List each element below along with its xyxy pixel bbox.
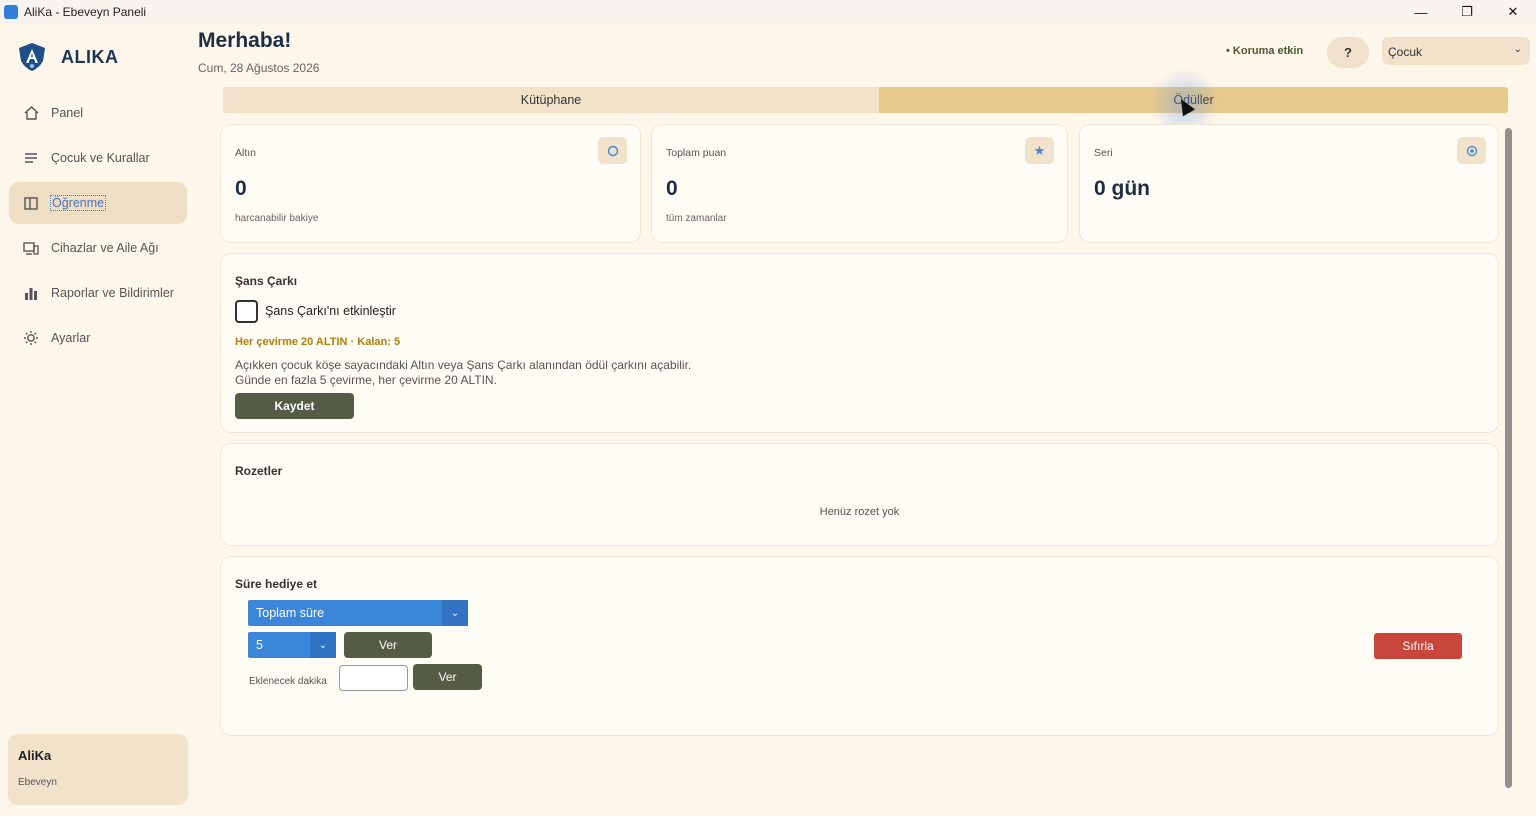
sidebar-item-panel[interactable]: Panel [9,92,187,134]
reset-button[interactable]: Sıfırla [1374,633,1462,659]
save-button[interactable]: Kaydet [235,393,354,419]
stat-subtitle: tüm zamanlar [666,213,727,224]
minutes-input[interactable] [339,665,408,691]
list-icon [23,150,39,166]
protection-status: • Koruma etkin [1226,45,1304,57]
window-title: AliKa - Ebeveyn Paneli [24,5,147,19]
tab-bar: Kütüphane Ödüller [223,87,1508,113]
gear-icon [23,330,39,346]
child-select-value: Çocuk [1388,45,1423,59]
window-controls: — ❐ ✕ [1398,0,1536,24]
close-button[interactable]: ✕ [1490,0,1536,24]
flame-icon [1457,137,1486,164]
section-title: Süre hediye et [235,577,318,591]
shield-logo-icon [19,43,45,71]
minutes-label: Eklenecek dakika [249,676,327,687]
sidebar-item-label: Panel [51,106,83,120]
bar-chart-icon [23,285,39,301]
devices-icon [23,240,39,256]
sidebar-nav: Panel Çocuk ve Kurallar Öğrenme Cihazlar… [9,92,187,362]
amount-value: 5 [256,638,263,652]
scrollbar[interactable] [1505,128,1512,788]
stat-label: Toplam puan [666,147,727,159]
app-icon [4,5,18,19]
user-card[interactable]: AliKa Ebeveyn [8,734,188,805]
sidebar-item-child-rules[interactable]: Çocuk ve Kurallar [9,137,187,179]
stat-label: Altın [235,147,257,159]
brand: ALIKA [17,42,119,72]
stat-value: 0 [235,177,247,200]
stat-card-streak: Seri 0 gün [1080,125,1498,242]
section-title: Rozetler [235,464,283,478]
chevron-down-icon: ⌄ [1513,44,1522,55]
book-icon [23,195,39,211]
amount-select[interactable]: 5 ⌄ [248,632,336,658]
wheel-description-line: Açıkken çocuk köşe sayacındaki Altın vey… [235,358,692,372]
time-type-value: Toplam süre [256,606,325,620]
wheel-card: Şans Çarkı Şans Çarkı'nı etkinleştir Her… [221,254,1498,432]
stat-subtitle: harcanabilir bakiye [235,213,319,224]
minimize-button[interactable]: — [1398,0,1444,24]
current-date: Cum, 28 Ağustos 2026 [198,61,320,75]
brand-name: ALIKA [61,46,119,67]
user-name: AliKa [18,748,52,763]
sidebar-item-label: Öğrenme [49,195,107,211]
sidebar: ALIKA Panel Çocuk ve Kurallar Öğrenme Ci… [0,24,196,816]
page-title: Merhaba! [198,29,292,52]
sidebar-item-label: Cihazlar ve Aile Ağı [51,241,159,255]
sidebar-item-reports[interactable]: Raporlar ve Bildirimler [9,272,187,314]
badges-empty-text: Henüz rozet yok [819,506,900,518]
user-role: Ebeveyn [18,777,57,788]
help-button[interactable]: ? [1327,37,1369,68]
section-title: Şans Çarkı [235,274,298,288]
sidebar-item-learning[interactable]: Öğrenme [9,182,187,224]
wheel-enable-checkbox[interactable] [235,300,258,323]
sidebar-item-label: Ayarlar [51,331,91,345]
spin-info: Her çevirme 20 ALTIN · Kalan: 5 [235,336,401,348]
title-bar: AliKa - Ebeveyn Paneli — ❐ ✕ [0,0,1536,24]
maximize-button[interactable]: ❐ [1444,0,1490,24]
sidebar-item-label: Raporlar ve Bildirimler [51,286,174,300]
coin-icon [598,137,627,164]
stat-value: 0 gün [1094,177,1150,200]
sidebar-item-devices[interactable]: Cihazlar ve Aile Ağı [9,227,187,269]
star-icon: ★ [1025,137,1054,164]
home-icon [23,105,39,121]
gift-time-card: Süre hediye et Toplam süre ⌄ 5 ⌄ Ver Ekl… [221,557,1498,735]
stat-value: 0 [666,177,678,200]
sidebar-item-label: Çocuk ve Kurallar [51,151,150,165]
chevron-down-icon: ⌄ [310,632,336,658]
sidebar-item-settings[interactable]: Ayarlar [9,317,187,359]
tab-library[interactable]: Kütüphane [223,87,879,113]
child-select[interactable]: Çocuk ⌄ [1382,37,1530,65]
wheel-enable-label[interactable]: Şans Çarkı'nı etkinleştir [265,304,396,318]
wheel-description-line: Günde en fazla 5 çevirme, her çevirme 20… [235,373,497,387]
time-type-select[interactable]: Toplam süre ⌄ [248,600,468,626]
badges-card: Rozetler Henüz rozet yok [221,444,1498,545]
wheel-description: Açıkken çocuk köşe sayacındaki Altın vey… [235,358,691,388]
stat-card-points: Toplam puan 0 tüm zamanlar ★ [652,125,1067,242]
give-minutes-button[interactable]: Ver [413,664,482,690]
stat-label: Seri [1094,147,1113,159]
give-button[interactable]: Ver [344,632,432,658]
chevron-down-icon: ⌄ [442,600,468,626]
stat-card-gold: Altın 0 harcanabilir bakiye [221,125,640,242]
